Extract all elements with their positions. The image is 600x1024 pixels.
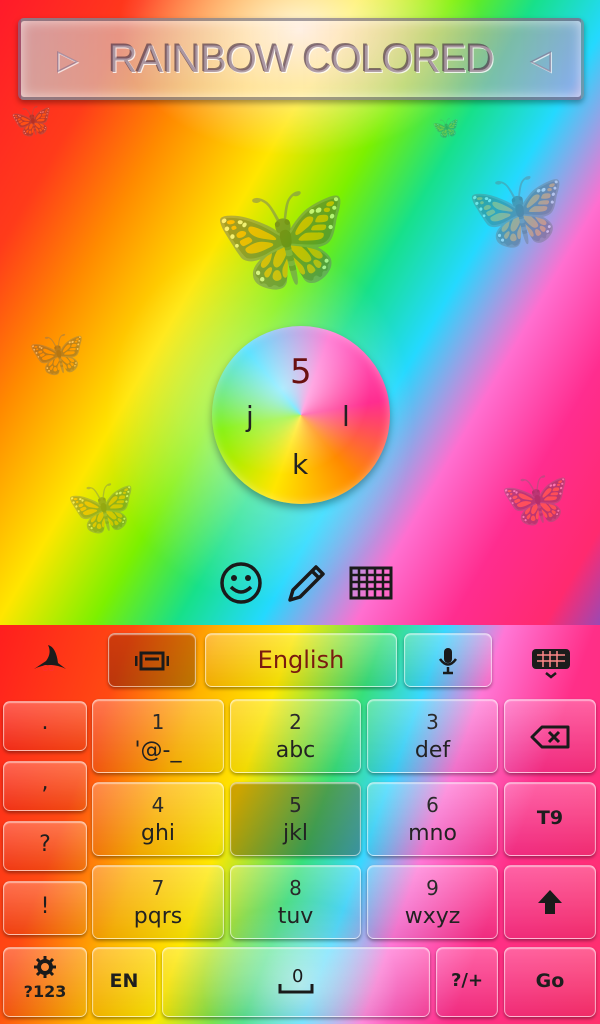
go-label: Go [535, 970, 565, 992]
butterfly-icon: 🦋 [212, 173, 349, 301]
language-switch-key[interactable]: EN [92, 947, 156, 1017]
preview-letter-left: j [246, 400, 254, 433]
butterfly-icon: 🦋 [66, 475, 136, 540]
digit-key-letters: tuv [277, 904, 314, 929]
butterfly-icon: 🦋 [432, 116, 460, 141]
digit-key-number: 3 [426, 710, 439, 734]
space-key-digit: 0 [292, 966, 303, 987]
digit-key-6[interactable]: 6 mno [367, 782, 498, 856]
digit-key-letters: jkl [283, 821, 308, 846]
digit-key-letters: abc [275, 738, 316, 763]
key-preview-circle: 5 j l k [212, 326, 390, 504]
microphone-icon [438, 648, 458, 675]
pencil-icon[interactable] [284, 560, 330, 606]
keyboard-layout-icon[interactable] [530, 647, 572, 679]
microphone-button[interactable] [404, 633, 492, 687]
keyboard: GO English . , ? ! 1 '@-_ 2 abc 3 def 4 ghi … [0, 625, 600, 1024]
digit-key-number: 8 [289, 876, 302, 900]
t9-label: T9 [536, 807, 564, 829]
digit-key-5[interactable]: 5 jkl [230, 782, 361, 856]
space-key[interactable]: 0 [162, 947, 430, 1017]
digit-key-number: 5 [289, 793, 302, 817]
tool-row [218, 560, 398, 608]
digit-key-7[interactable]: 7 pqrs [92, 865, 224, 939]
digit-key-letters: mno [408, 821, 457, 846]
gear-icon [34, 956, 56, 978]
digit-key-9[interactable]: 9 wxyz [367, 865, 498, 939]
zero-space-icon: 0 [278, 966, 314, 994]
shift-key[interactable] [504, 865, 596, 939]
butterfly-icon: 🦋 [466, 163, 566, 256]
punct-key-label: ! [40, 894, 50, 919]
language-button[interactable]: English [205, 633, 397, 687]
theme-title-banner: ▷ RAINBOW COLORED ◁ [18, 18, 584, 100]
digit-key-number: 9 [426, 876, 439, 900]
digit-key-letters: pqrs [133, 904, 183, 929]
digit-key-number: 6 [426, 793, 439, 817]
digit-key-4[interactable]: 4 ghi [92, 782, 224, 856]
digit-key-letters: def [414, 738, 451, 763]
digit-key-letters: ghi [140, 821, 176, 846]
go-key[interactable]: Go [504, 947, 596, 1017]
backspace-icon [530, 725, 570, 749]
digit-key-number: 4 [151, 793, 165, 817]
keyboard-icon[interactable] [348, 560, 394, 606]
right-arrow-icon[interactable]: ◁ [529, 43, 551, 76]
digit-key-number: 1 [151, 710, 165, 734]
punct-key-label: . [41, 710, 49, 735]
punct-key-comma[interactable]: , [3, 761, 87, 811]
t9-toggle-key[interactable]: T9 [504, 782, 596, 856]
butterfly-icon: 🦋 [28, 326, 86, 380]
punct-key-label: ? [39, 832, 51, 857]
digit-key-8[interactable]: 8 tuv [230, 865, 361, 939]
punct-key-exclaim[interactable]: ! [3, 881, 87, 935]
punctuation-key[interactable]: ?/+ [436, 947, 498, 1017]
resize-icon [134, 651, 170, 671]
punct-key-question[interactable]: ? [3, 821, 87, 871]
shift-arrow-icon [538, 890, 562, 914]
digit-key-letters: '@-_ [134, 738, 182, 763]
preview-number: 5 [290, 352, 312, 392]
butterfly-icon: 🦋 [500, 467, 570, 532]
left-arrow-icon[interactable]: ▷ [57, 43, 79, 76]
digit-key-number: 2 [289, 710, 302, 734]
smiley-icon[interactable] [218, 560, 264, 606]
theme-title: RAINBOW COLORED [108, 36, 494, 81]
backspace-key[interactable] [504, 699, 596, 773]
go-witch-hat-label: GO [42, 664, 55, 673]
go-witch-hat-icon[interactable]: GO [28, 641, 72, 675]
digit-key-number: 7 [151, 876, 165, 900]
preview-letter-bottom: k [292, 448, 309, 481]
language-label: English [257, 646, 345, 674]
digit-key-1[interactable]: 1 '@-_ [92, 699, 224, 773]
lang-label: EN [109, 970, 139, 992]
punct-key-period[interactable]: . [3, 701, 87, 751]
symbols-key[interactable]: ?123 [3, 947, 87, 1017]
digit-key-3[interactable]: 3 def [367, 699, 498, 773]
resize-button[interactable] [108, 633, 196, 687]
butterfly-icon: 🦋 [10, 101, 53, 141]
symbols-label: ?123 [23, 982, 67, 1001]
digit-key-letters: wxyz [404, 904, 461, 929]
preview-letter-right: l [342, 400, 350, 433]
punct-key-label: , [41, 770, 49, 795]
digit-key-2[interactable]: 2 abc [230, 699, 361, 773]
punct-label: ?/+ [450, 970, 484, 991]
